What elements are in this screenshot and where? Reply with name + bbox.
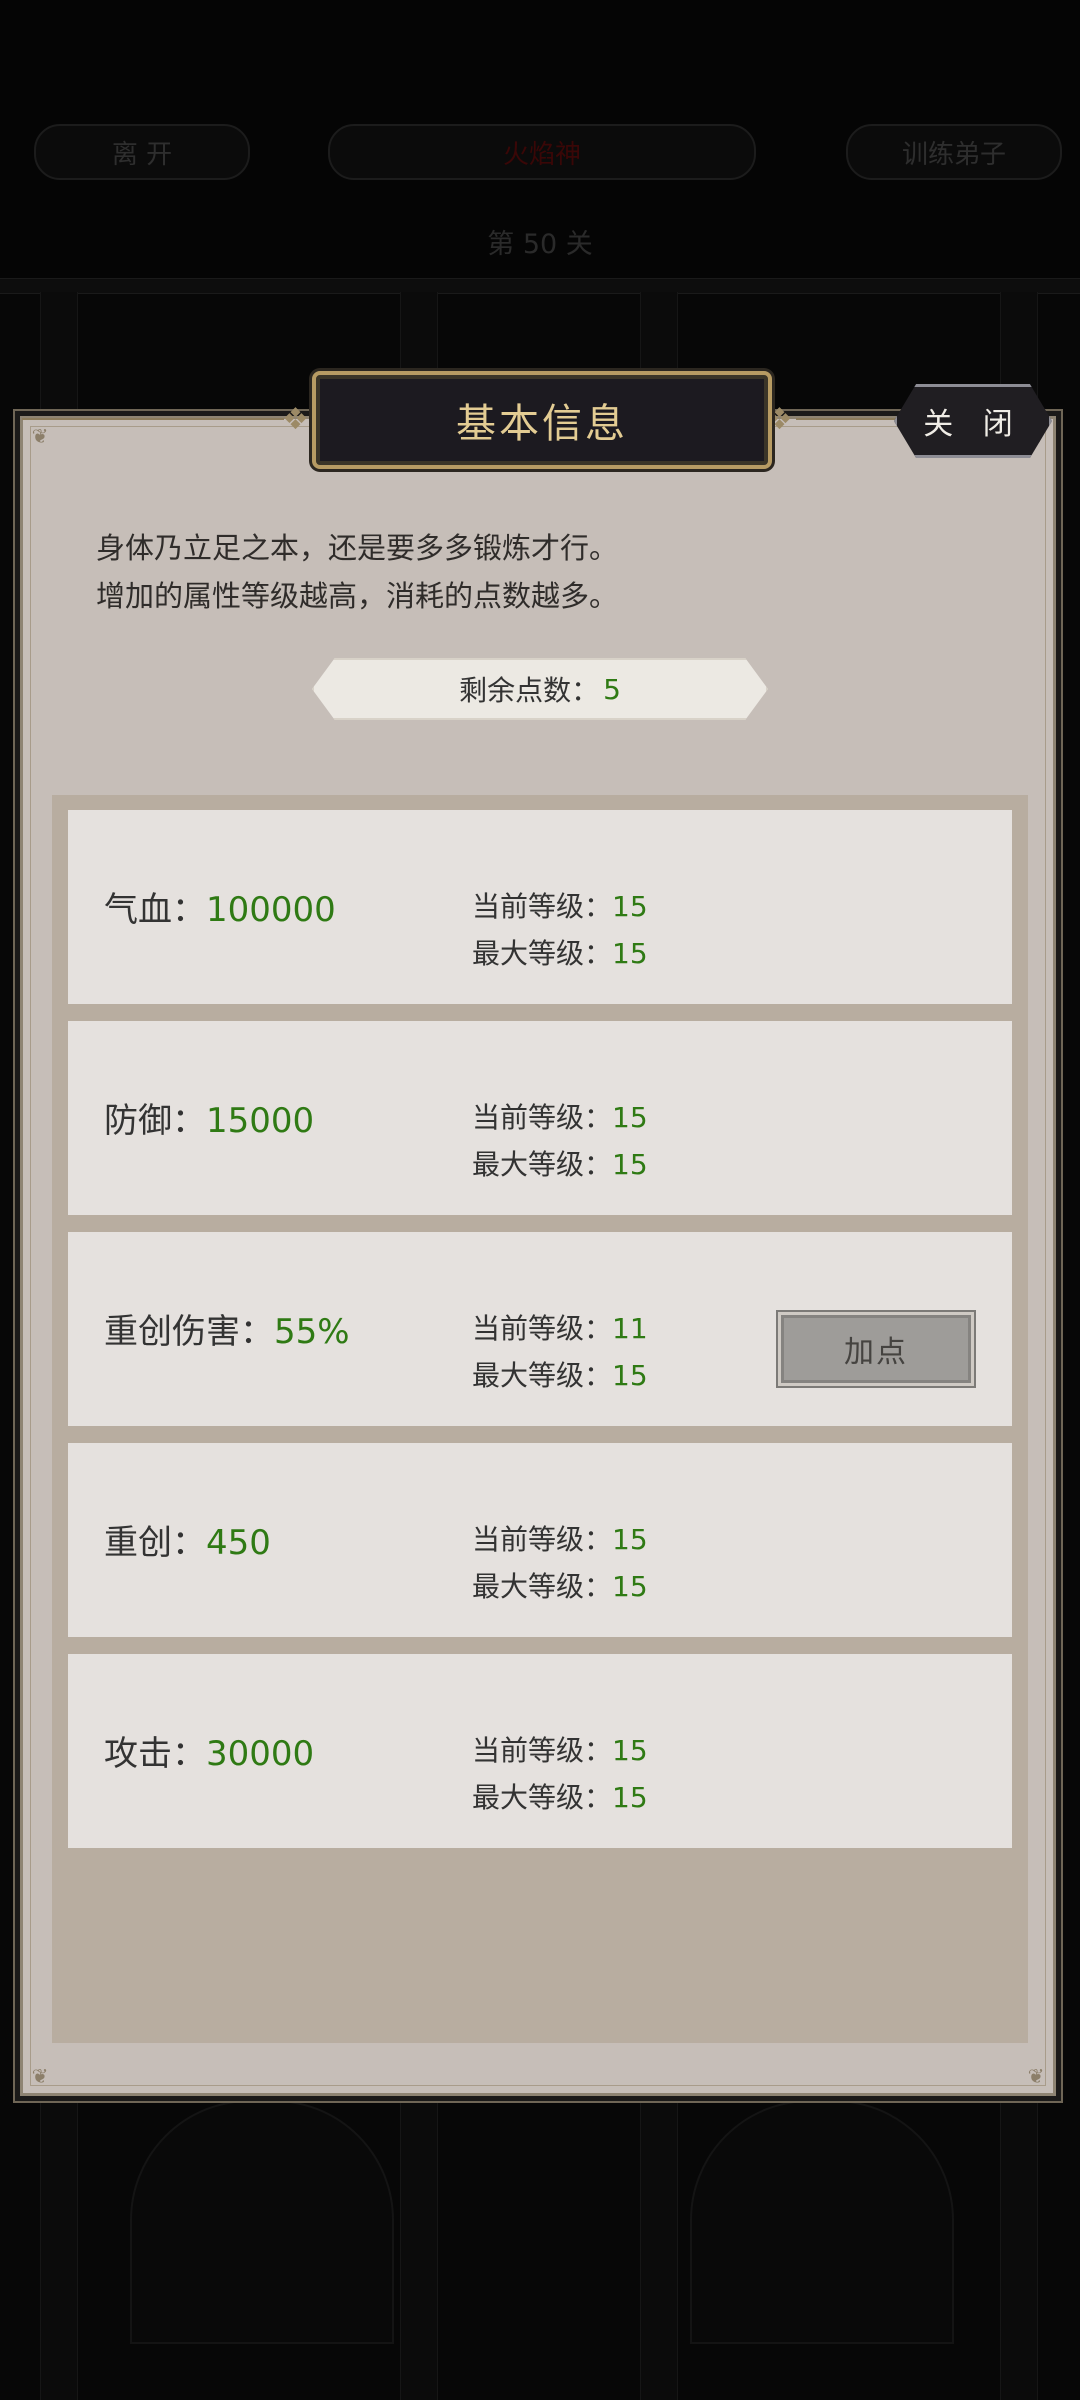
background-arch xyxy=(130,2100,394,2344)
max-level: 最大等级：15 xyxy=(472,932,648,972)
current-level-label: 当前等级： xyxy=(472,1734,613,1767)
max-level-value: 15 xyxy=(612,1570,648,1603)
attribute-name: 重创伤害：55% xyxy=(104,1304,350,1353)
attribute-name: 气血：100000 xyxy=(104,882,336,931)
max-level: 最大等级：15 xyxy=(472,1143,648,1183)
attribute-value: 450 xyxy=(206,1523,271,1563)
current-level-value: 11 xyxy=(612,1312,648,1345)
corner-ornament-icon: ❦ xyxy=(31,424,49,448)
max-level-label: 最大等级： xyxy=(472,1359,613,1392)
current-level-value: 15 xyxy=(612,1523,648,1556)
attribute-row-defense: 防御：15000 当前等级：15 最大等级：15 xyxy=(68,1021,1012,1215)
current-level: 当前等级：15 xyxy=(472,1518,648,1558)
attribute-name: 防御：15000 xyxy=(104,1093,314,1142)
max-level: 最大等级：15 xyxy=(472,1354,648,1394)
attribute-value: 15000 xyxy=(206,1101,315,1141)
attribute-name: 攻击：30000 xyxy=(104,1726,314,1775)
attribute-label: 防御： xyxy=(104,1101,206,1141)
remaining-points-badge: 剩余点数： 5 xyxy=(312,658,768,720)
attribute-row-crit-damage: 重创伤害：55% 当前等级：11 最大等级：15 加点 xyxy=(68,1232,1012,1426)
current-level-label: 当前等级： xyxy=(472,1523,613,1556)
leave-label: 离 开 xyxy=(111,139,173,170)
close-button[interactable]: 关 闭 xyxy=(894,384,1052,458)
corner-ornament-icon: ❦ xyxy=(31,2064,49,2088)
current-level: 当前等级：15 xyxy=(472,885,648,925)
attribute-row-attack: 攻击：30000 当前等级：15 最大等级：15 xyxy=(68,1654,1012,1848)
background-arch xyxy=(690,2100,954,2344)
train-disciple-label: 训练弟子 xyxy=(901,139,1006,170)
stage-name-label: 火焰神 xyxy=(502,139,581,170)
level-label: 第 50 关 xyxy=(487,229,593,260)
attribute-value: 100000 xyxy=(206,890,336,930)
leave-button: 离 开 xyxy=(34,124,250,180)
current-level-label: 当前等级： xyxy=(472,1312,613,1345)
add-point-label: 加点 xyxy=(844,1335,908,1370)
attribute-name: 重创：450 xyxy=(104,1515,271,1564)
dialog-description: 身体乃立足之本，还是要多多锻炼才行。 增加的属性等级越高，消耗的点数越多。 xyxy=(96,524,618,620)
attribute-label: 重创： xyxy=(104,1523,206,1563)
current-level: 当前等级：15 xyxy=(472,1096,648,1136)
corner-ornament-icon: ❦ xyxy=(1027,2064,1045,2088)
title-ornament-icon: ❖ xyxy=(282,402,309,437)
max-level-label: 最大等级： xyxy=(472,1148,613,1181)
train-disciple-button: 训练弟子 xyxy=(846,124,1062,180)
description-line: 增加的属性等级越高，消耗的点数越多。 xyxy=(96,579,619,613)
max-level: 最大等级：15 xyxy=(472,1776,648,1816)
max-level-label: 最大等级： xyxy=(472,1781,613,1814)
current-level-label: 当前等级： xyxy=(472,1101,613,1134)
max-level-value: 15 xyxy=(612,1148,648,1181)
title-divider-line xyxy=(796,418,896,420)
current-level-value: 15 xyxy=(612,1101,648,1134)
attribute-value: 30000 xyxy=(206,1734,315,1774)
max-level-value: 15 xyxy=(612,1781,648,1814)
current-level-value: 15 xyxy=(612,890,648,923)
max-level-label: 最大等级： xyxy=(472,937,613,970)
attribute-row-hp: 气血：100000 当前等级：15 最大等级：15 xyxy=(68,810,1012,1004)
attribute-label: 重创伤害： xyxy=(104,1312,274,1352)
dialog-title-plate: 基本信息 xyxy=(312,371,772,469)
current-level: 当前等级：15 xyxy=(472,1729,648,1769)
current-level: 当前等级：11 xyxy=(472,1307,648,1347)
close-button-label: 关 闭 xyxy=(923,407,1023,442)
remaining-points-value: 5 xyxy=(603,672,621,706)
background-divider xyxy=(0,278,1080,294)
description-line: 身体乃立足之本，还是要多多锻炼才行。 xyxy=(96,531,619,565)
max-level-value: 15 xyxy=(612,1359,648,1392)
dialog-title: 基本信息 xyxy=(456,401,628,447)
attribute-label: 气血： xyxy=(104,890,206,930)
remaining-points-label: 剩余点数： xyxy=(459,674,600,707)
title-divider-line xyxy=(22,418,284,420)
attribute-list: 气血：100000 当前等级：15 最大等级：15 防御：15000 当前等级：… xyxy=(52,795,1028,2043)
max-level-label: 最大等级： xyxy=(472,1570,613,1603)
max-level: 最大等级：15 xyxy=(472,1565,648,1605)
attribute-label: 攻击： xyxy=(104,1734,206,1774)
attribute-value: 55% xyxy=(274,1312,350,1352)
add-point-button[interactable]: 加点 xyxy=(778,1312,974,1386)
stage-name-banner: 火焰神 xyxy=(328,124,756,180)
max-level-value: 15 xyxy=(612,937,648,970)
current-level-label: 当前等级： xyxy=(472,890,613,923)
attribute-row-crit: 重创：450 当前等级：15 最大等级：15 xyxy=(68,1443,1012,1637)
current-level-value: 15 xyxy=(612,1734,648,1767)
